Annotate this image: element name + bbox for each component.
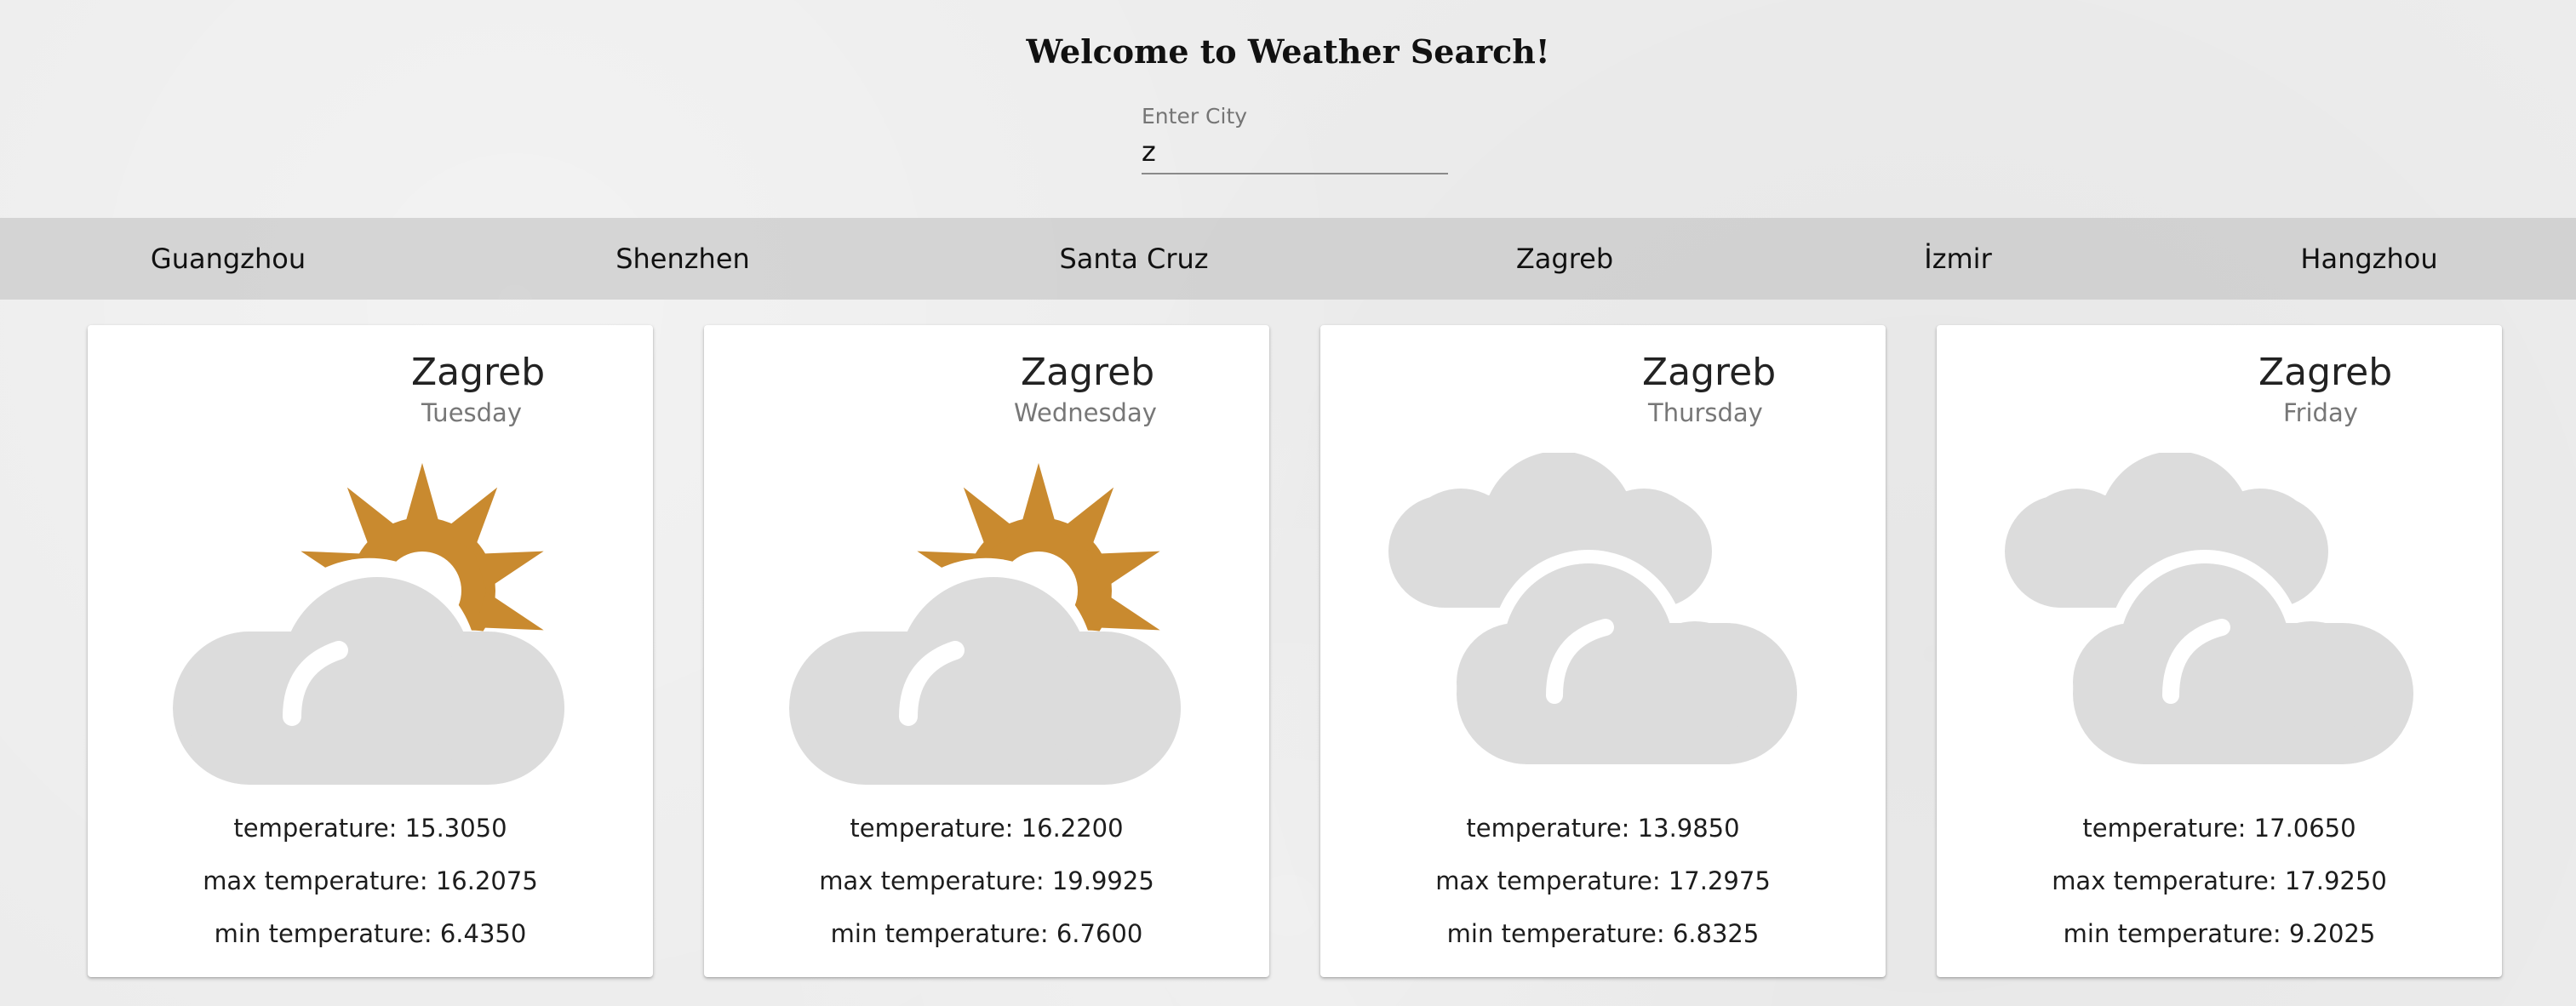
max-temperature-value: max temperature: 17.9250	[2052, 866, 2387, 895]
card-city-name: Zagreb	[411, 351, 546, 394]
temperature-value: temperature: 17.0650	[2082, 814, 2356, 843]
search-label: Enter City	[1142, 104, 1248, 129]
temperature-value: temperature: 13.9850	[1466, 814, 1740, 843]
card-day-name: Thursday	[1648, 398, 1763, 427]
max-temperature-value: max temperature: 17.2975	[1435, 866, 1771, 895]
cloudy-icon	[2005, 453, 2430, 810]
min-temperature-value: min temperature: 6.4350	[214, 919, 527, 948]
card-city-name: Zagreb	[2258, 351, 2393, 394]
partly-sunny-icon	[156, 453, 581, 810]
card-city-name: Zagreb	[1021, 351, 1155, 394]
card-day-name: Tuesday	[421, 398, 522, 427]
card-day-name: Wednesday	[1014, 398, 1157, 427]
city-tabs-bar: Guangzhou Shenzhen Santa Cruz Zagreb İzm…	[0, 218, 2576, 300]
city-tab-santa-cruz[interactable]: Santa Cruz	[1015, 218, 1253, 300]
city-tab-guangzhou[interactable]: Guangzhou	[109, 218, 347, 300]
page-title: Welcome to Weather Search!	[1026, 32, 1550, 71]
min-temperature-value: min temperature: 9.2025	[2063, 919, 2376, 948]
weather-search-page: { "header": { "title": "Welcome to Weath…	[0, 0, 2576, 1006]
temperature-value: temperature: 16.2200	[850, 814, 1124, 843]
city-tab-izmir[interactable]: İzmir	[1839, 218, 2077, 300]
forecast-card: Zagreb Tuesday temperature: 15.3050 max …	[88, 325, 653, 977]
city-tab-zagreb[interactable]: Zagreb	[1445, 218, 1684, 300]
max-temperature-value: max temperature: 19.9925	[819, 866, 1154, 895]
card-day-name: Friday	[2283, 398, 2358, 427]
partly-sunny-icon	[772, 453, 1198, 810]
card-city-name: Zagreb	[1642, 351, 1777, 394]
city-search: Enter City	[1142, 104, 1448, 174]
cloudy-icon	[1388, 453, 1814, 810]
min-temperature-value: min temperature: 6.8325	[1446, 919, 1760, 948]
max-temperature-value: max temperature: 16.2075	[203, 866, 538, 895]
min-temperature-value: min temperature: 6.7600	[830, 919, 1143, 948]
city-search-input[interactable]	[1142, 135, 1448, 174]
forecast-card: Zagreb Friday temperature: 17.0650 max t…	[1937, 325, 2502, 977]
forecast-card: Zagreb Wednesday temperature: 16.2200 ma…	[704, 325, 1269, 977]
city-tab-shenzhen[interactable]: Shenzhen	[564, 218, 802, 300]
temperature-value: temperature: 15.3050	[233, 814, 507, 843]
city-tab-hangzhou[interactable]: Hangzhou	[2250, 218, 2488, 300]
forecast-card: Zagreb Thursday temperature: 13.9850 max…	[1320, 325, 1886, 977]
